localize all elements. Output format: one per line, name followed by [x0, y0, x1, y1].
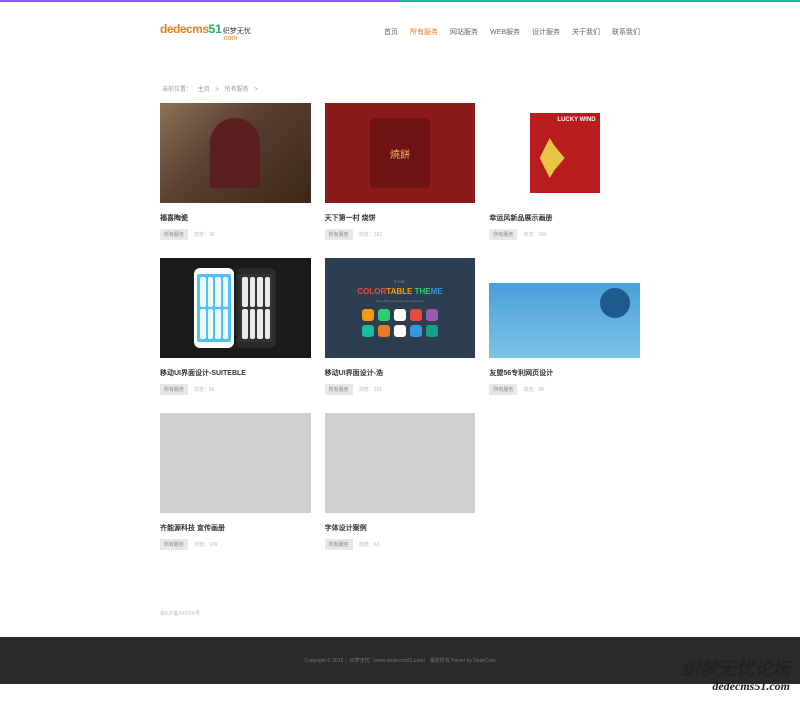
card-category-tag[interactable]: 所有服务: [160, 384, 188, 395]
card-views: 浏览：38: [194, 231, 215, 238]
nav-home[interactable]: 首页: [384, 27, 398, 37]
card-category-tag[interactable]: 所有服务: [325, 384, 353, 395]
card-thumbnail: [489, 258, 640, 358]
logo-com: .com: [222, 35, 251, 42]
top-accent-stripe: [0, 0, 800, 2]
card-views: 浏览：98: [523, 386, 544, 393]
service-card[interactable]: 燒餅 天下第一村 烧饼 所有服务 浏览：162: [325, 103, 476, 240]
card-title: 移动UI界面设计-SUITEBLE: [160, 368, 311, 378]
breadcrumb-home[interactable]: 主页: [198, 87, 210, 93]
breadcrumb-sep: >: [215, 87, 219, 93]
card-category-tag[interactable]: 所有服务: [325, 229, 353, 240]
card-title: 齐能源科技 宣传画册: [160, 523, 311, 533]
nav-design-services[interactable]: 设计服务: [532, 27, 560, 37]
service-card[interactable]: 移动UI界面设计-SUITEBLE 所有服务 浏览：86: [160, 258, 311, 395]
breadcrumb-current[interactable]: 所有服务: [225, 87, 249, 93]
nav-contact[interactable]: 联系我们: [612, 27, 640, 37]
card-category-tag[interactable]: 所有服务: [489, 384, 517, 395]
card-title: 幸运风新品展示画册: [489, 213, 640, 223]
copyright-text: Copyright © 2015 ；织梦无忧（www.dedecms51.com…: [0, 657, 800, 664]
card-views: 浏览：162: [359, 231, 382, 238]
card-title: 友盟56专利网页设计: [489, 368, 640, 378]
service-card[interactable]: LUCKY WIND 幸运风新品展示画册 所有服务 浏览：180: [489, 103, 640, 240]
service-card[interactable]: THE COLORTABLE THEME Does this colour su…: [325, 258, 476, 395]
site-footer: Copyright © 2015 ；织梦无忧（www.dedecms51.com…: [0, 637, 800, 684]
logo-text-51: 51: [209, 22, 222, 36]
logo-text-dedecms: dedecms: [160, 22, 209, 36]
card-thumbnail: LUCKY WIND: [489, 103, 640, 203]
card-title: 移动UI界面设计-浩: [325, 368, 476, 378]
card-thumbnail: 燒餅: [325, 103, 476, 203]
card-thumbnail: THE COLORTABLE THEME Does this colour su…: [325, 258, 476, 358]
service-card[interactable]: 齐能源科技 宣传画册 所有服务 浏览：109: [160, 413, 311, 550]
card-views: 浏览：180: [523, 231, 546, 238]
site-header: dedecms 51 织梦无忧 .com 首页 所有服务 网站服务 WEB服务 …: [0, 2, 800, 54]
nav-web-services[interactable]: WEB服务: [490, 27, 520, 37]
services-grid: 福喜陶瓷 所有服务 浏览：38 燒餅 天下第一村 烧饼 所有服务 浏览：162 …: [160, 103, 640, 570]
card-thumbnail: [160, 103, 311, 203]
nav-about[interactable]: 关于我们: [572, 27, 600, 37]
card-title: 福喜陶瓷: [160, 213, 311, 223]
card-category-tag[interactable]: 所有服务: [160, 229, 188, 240]
site-logo[interactable]: dedecms 51 织梦无忧 .com: [160, 22, 251, 42]
card-views: 浏览：86: [194, 386, 215, 393]
main-nav: 首页 所有服务 网站服务 WEB服务 设计服务 关于我们 联系我们: [384, 27, 640, 37]
service-card[interactable]: 字体设计案例 所有服务 浏览：63: [325, 413, 476, 550]
card-views: 浏览：63: [359, 541, 380, 548]
card-views: 浏览：109: [194, 541, 217, 548]
card-title: 字体设计案例: [325, 523, 476, 533]
nav-website-services[interactable]: 网站服务: [450, 27, 478, 37]
logo-cn: 织梦无忧: [223, 28, 251, 35]
nav-all-services[interactable]: 所有服务: [410, 27, 438, 37]
card-category-tag[interactable]: 所有服务: [160, 539, 188, 550]
breadcrumb: 当前位置： 主页 > 所有服务 >: [160, 54, 640, 103]
card-thumbnail: [160, 413, 311, 513]
card-title: 天下第一村 烧饼: [325, 213, 476, 223]
card-category-tag[interactable]: 所有服务: [325, 539, 353, 550]
breadcrumb-sep: >: [254, 87, 258, 93]
card-thumbnail: [325, 413, 476, 513]
service-card[interactable]: 友盟56专利网页设计 所有服务 浏览：98: [489, 258, 640, 395]
breadcrumb-prefix: 当前位置：: [162, 87, 192, 93]
icp-filing: 京ICP备XXXXX号: [160, 570, 640, 637]
card-thumbnail: [160, 258, 311, 358]
card-category-tag[interactable]: 所有服务: [489, 229, 517, 240]
card-views: 浏览：119: [359, 386, 382, 393]
service-card[interactable]: 福喜陶瓷 所有服务 浏览：38: [160, 103, 311, 240]
